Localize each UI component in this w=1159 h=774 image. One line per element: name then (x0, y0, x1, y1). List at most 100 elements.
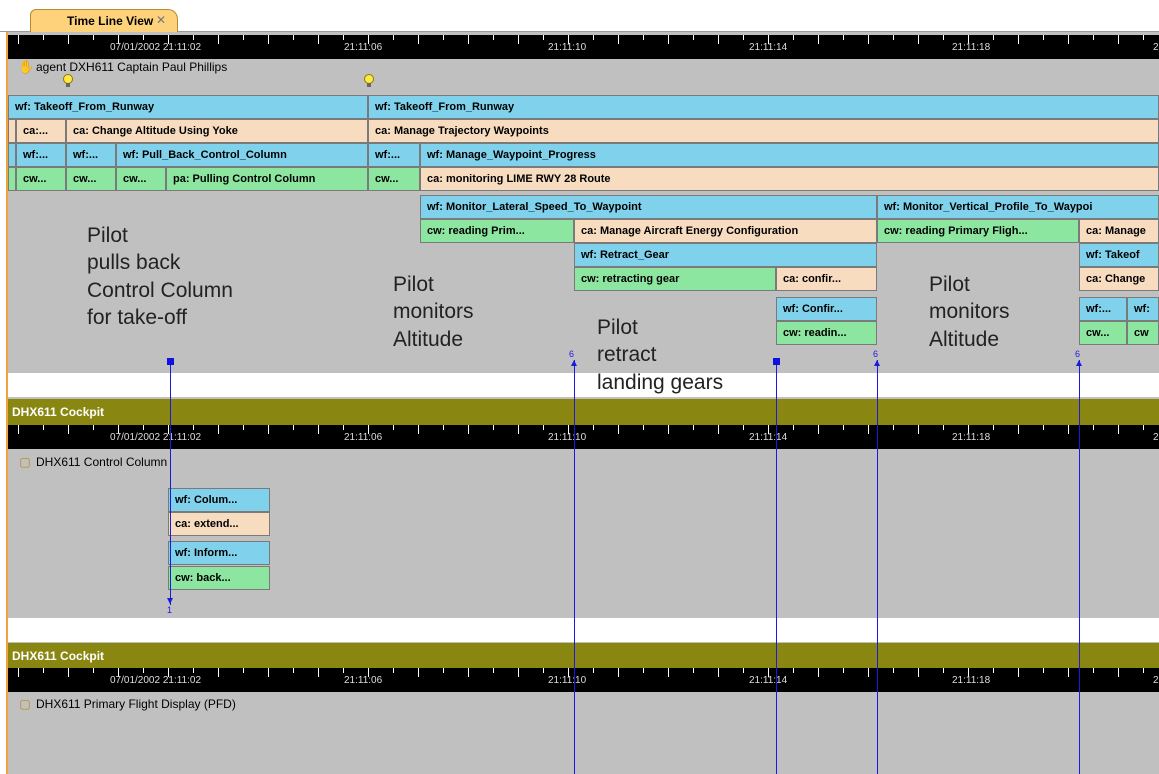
communication-block[interactable]: cw... (368, 167, 420, 191)
ruler-tick (993, 425, 994, 430)
link-source-marker[interactable] (773, 358, 780, 365)
arrow-up-icon (874, 360, 880, 366)
communication-block[interactable]: cw... (16, 167, 66, 191)
ruler-tick (468, 425, 469, 434)
communication-reading[interactable]: cw: reading Primary Fligh... (877, 219, 1079, 243)
activity-confirm[interactable]: ca: confir... (776, 267, 877, 291)
activity-manage-trajectory[interactable]: ca: Manage Trajectory Waypoints (368, 119, 1159, 143)
ruler-tick (1043, 425, 1044, 430)
ruler-tick (193, 35, 194, 40)
workframe-takeoff[interactable]: wf: Takeof (1079, 243, 1159, 267)
annotation-line: for take-off (87, 305, 187, 329)
communication-block[interactable] (8, 167, 16, 191)
ruler-tick (893, 425, 894, 430)
activity-change-altitude[interactable]: ca: Change Altitude Using Yoke (66, 119, 368, 143)
ruler-tick (818, 668, 819, 677)
ruler-tick (343, 425, 344, 430)
ruler-tick (318, 35, 319, 44)
ruler-tick (643, 35, 644, 40)
ruler-label: 21:11:14 (749, 42, 788, 53)
ruler-tick (918, 35, 919, 44)
activity-extend[interactable]: ca: extend... (168, 512, 270, 536)
ruler-label: 07/01/2002 21:11:02 (110, 675, 202, 686)
section-gap (8, 618, 1159, 642)
workframe-block[interactable] (8, 143, 16, 167)
ruler-tick (1068, 425, 1069, 434)
workframe-monitor-lateral[interactable]: wf: Monitor_Lateral_Speed_To_Waypoint (420, 195, 877, 219)
communication-block[interactable]: cw... (1079, 321, 1127, 345)
annotation-pilot-monitors-altitude: Pilot monitors Altitude (929, 271, 1010, 353)
ruler-tick (1143, 35, 1144, 40)
ruler-tick (443, 35, 444, 40)
annotation-line: Altitude (929, 327, 1000, 351)
ruler-tick (1043, 35, 1044, 40)
workframe-column[interactable]: wf: Colum... (168, 488, 270, 512)
communication-back[interactable]: cw: back... (168, 566, 270, 590)
activity-energy-config[interactable]: ca: Manage Aircraft Energy Configuration (574, 219, 877, 243)
ruler-label: 21:11:14 (749, 432, 788, 443)
cockpit-header[interactable]: DHX611 Cockpit (8, 399, 1159, 425)
ruler-tick (718, 425, 719, 434)
communication-retracting[interactable]: cw: retracting gear (574, 267, 776, 291)
ruler-label: 2 (1153, 675, 1159, 686)
tab-timeline-view[interactable]: Time Line View ✕ (30, 9, 178, 32)
link-count: 6 (569, 349, 575, 359)
ruler-tick (1068, 668, 1069, 677)
workframe-pull-back[interactable]: wf: Pull_Back_Control_Column (116, 143, 368, 167)
workframe-block[interactable]: wf:... (66, 143, 116, 167)
ruler-tick (318, 668, 319, 677)
link-source-marker[interactable] (167, 358, 174, 365)
activity-block[interactable] (8, 119, 16, 143)
communication-block[interactable]: cw... (66, 167, 116, 191)
ruler-tick (318, 425, 319, 434)
ruler-tick (43, 35, 44, 40)
workframe-retract-gear[interactable]: wf: Retract_Gear (574, 243, 877, 267)
communication-link[interactable] (170, 363, 171, 605)
ruler-tick (243, 425, 244, 430)
ruler-tick (543, 425, 544, 430)
ruler-tick (68, 425, 69, 434)
ruler-tick (893, 35, 894, 40)
communication-link[interactable] (1079, 360, 1080, 774)
cube-icon: ▢ (19, 455, 31, 469)
workframe-confirm[interactable]: wf: Confir... (776, 297, 877, 321)
tab-strip: Time Line View ✕ (0, 0, 1159, 32)
communication-reading[interactable]: cw: readin... (776, 321, 877, 345)
communication-link[interactable] (877, 360, 878, 774)
ruler-tick (918, 668, 919, 677)
annotation-pilot-retract-gears: Pilot retract landing gears (597, 314, 723, 396)
communication-link[interactable] (574, 360, 575, 774)
workframe-takeoff[interactable]: wf: Takeoff_From_Runway (8, 95, 368, 119)
workframe-block[interactable]: wf:... (16, 143, 66, 167)
ruler-tick (268, 35, 269, 44)
activity-monitoring-route[interactable]: ca: monitoring LIME RWY 28 Route (420, 167, 1159, 191)
ruler-tick (218, 668, 219, 677)
section-gap (8, 373, 1159, 397)
communication-link[interactable] (776, 363, 777, 774)
lightbulb-icon[interactable] (364, 74, 374, 88)
workframe-takeoff[interactable]: wf: Takeoff_From_Runway (368, 95, 1159, 119)
workframe-block[interactable]: wf:... (1079, 297, 1127, 321)
lightbulb-icon[interactable] (63, 74, 73, 88)
cube-icon: ▢ (19, 697, 31, 711)
activity-change[interactable]: ca: Change (1079, 267, 1159, 291)
communication-block[interactable]: cw... (116, 167, 166, 191)
communication-block[interactable]: cw (1127, 321, 1159, 345)
ruler-tick (718, 35, 719, 44)
workframe-manage-waypoint[interactable]: wf: Manage_Waypoint_Progress (420, 143, 1159, 167)
workframe-monitor-vertical[interactable]: wf: Monitor_Vertical_Profile_To_Waypoi (877, 195, 1159, 219)
workframe-inform[interactable]: wf: Inform... (168, 541, 270, 565)
cockpit-header[interactable]: DHX611 Cockpit (8, 643, 1159, 669)
activity-manage[interactable]: ca: Manage (1079, 219, 1159, 243)
workframe-block[interactable]: wf: (1127, 297, 1159, 321)
ruler-tick (1143, 668, 1144, 673)
ruler-tick (1143, 425, 1144, 430)
ruler-label: 21:11:06 (344, 42, 383, 53)
link-count: 6 (1075, 349, 1081, 359)
activity-block[interactable]: ca:... (16, 119, 66, 143)
workframe-block[interactable]: wf:... (368, 143, 420, 167)
primitive-pulling-column[interactable]: pa: Pulling Control Column (166, 167, 368, 191)
communication-reading[interactable]: cw: reading Prim... (420, 219, 574, 243)
close-icon[interactable]: ✕ (156, 13, 166, 27)
ruler-tick (668, 668, 669, 677)
